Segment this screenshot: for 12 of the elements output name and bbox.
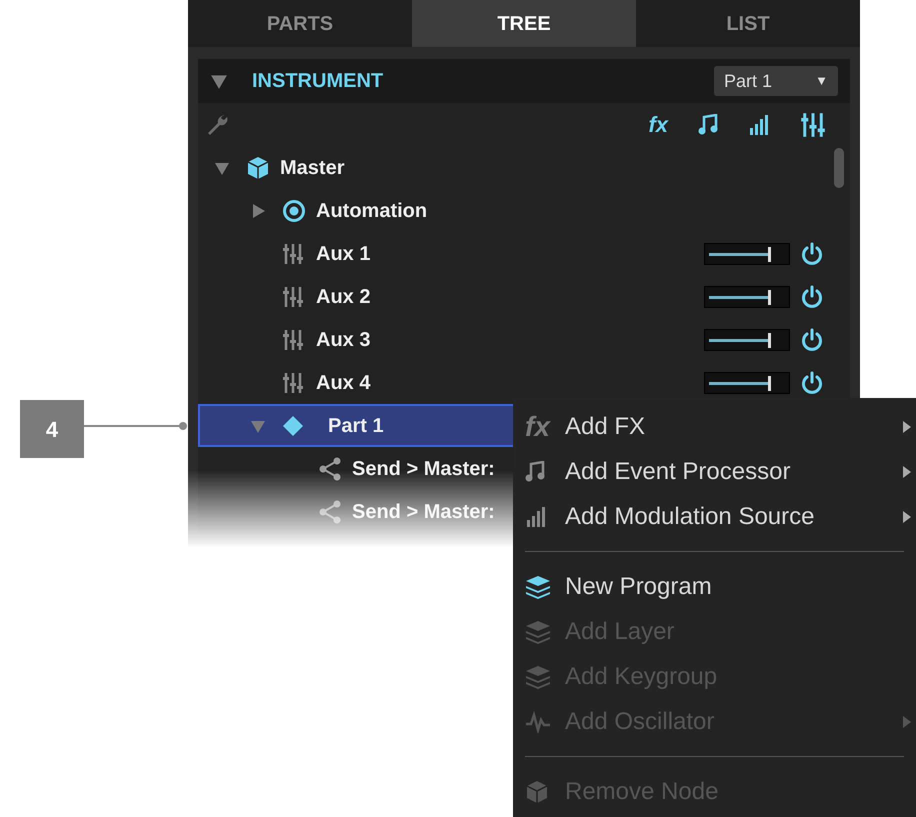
node-label: Aux 4 xyxy=(316,370,370,396)
node-label: Part 1 xyxy=(328,414,384,438)
node-label: Aux 1 xyxy=(316,242,370,266)
node-label: Aux 3 xyxy=(316,328,370,352)
node-label: Send > Master: xyxy=(352,500,495,524)
node-label: Aux 2 xyxy=(316,284,370,310)
node-label: Master xyxy=(280,156,344,180)
node-label: Send > Master: xyxy=(352,456,495,482)
node-label: Automation xyxy=(316,198,428,224)
callout-badge: 4 xyxy=(20,400,84,458)
fx-icon: fx xyxy=(525,412,550,440)
section-title: INSTRUMENT xyxy=(252,69,384,94)
